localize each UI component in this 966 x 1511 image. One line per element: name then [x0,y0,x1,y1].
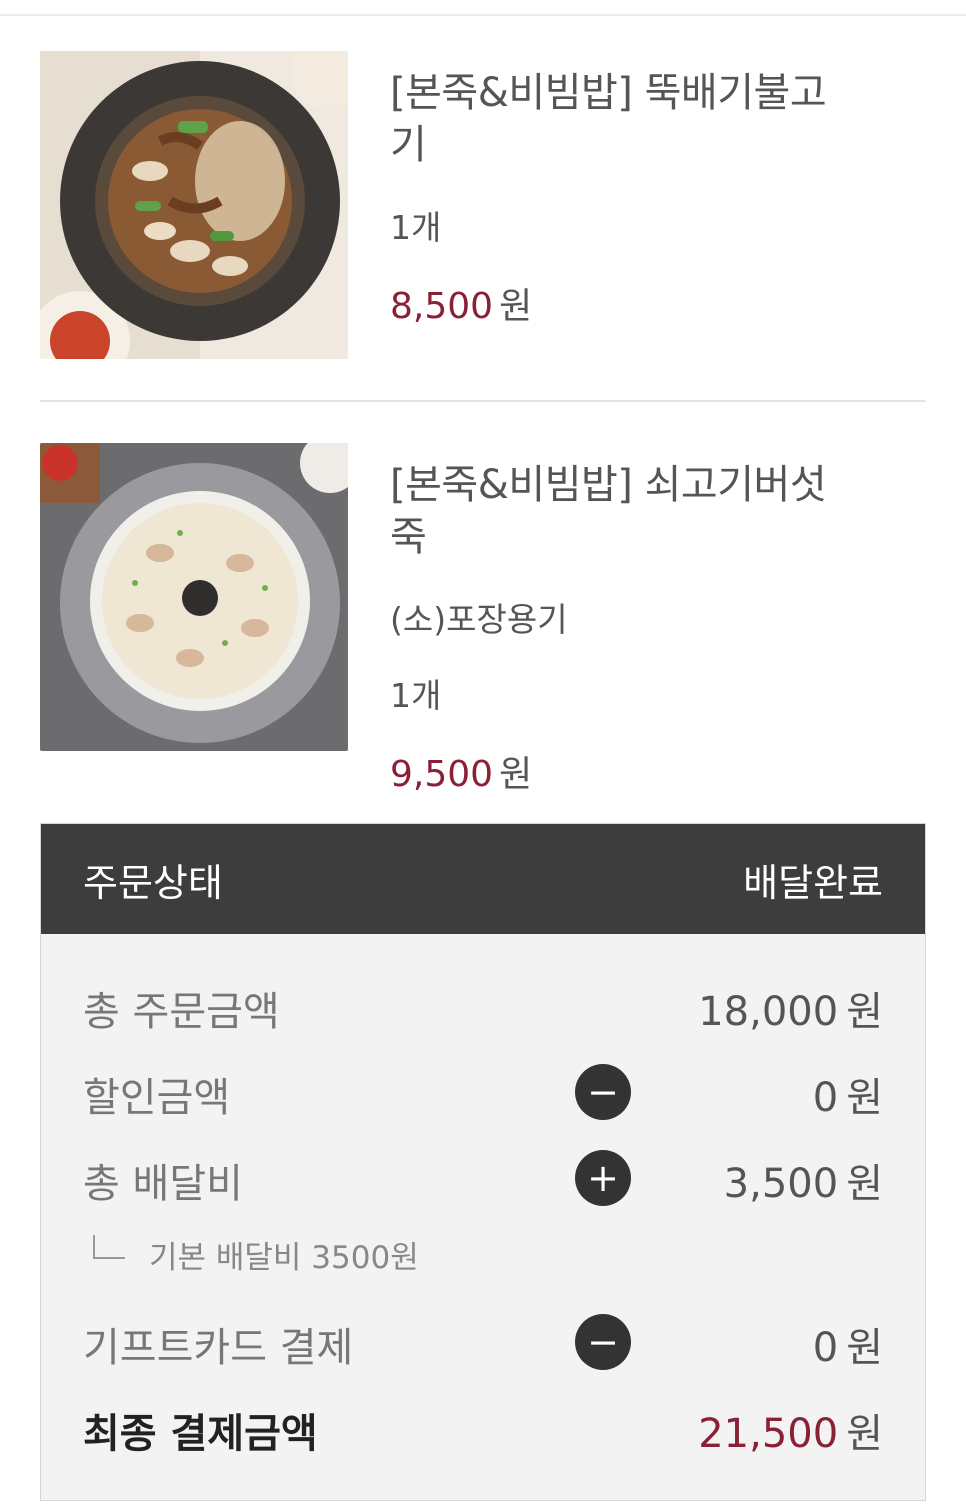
delivery-fee-row: 총 배달비 3,500 원 [83,1151,883,1209]
plus-circle-icon: + [575,1150,631,1206]
item-price: 9,500 원 [390,754,533,795]
item-thumbnail-mushroom-porridge[interactable] [40,443,348,751]
item-info: [본죽&비빔밥] 쇠고기버섯 죽 (소)포장용기 1개 9,500 원 [390,459,900,797]
total-order-label: 총 주문금액 [83,989,280,1035]
order-summary: 주문상태 배달완료 총 주문금액 18,000 원 할인금액 0원 − 총 배달비… [40,823,926,1501]
item-info: [본죽&비빔밥] 뚝배기불고 기 1개 8,500 원 [390,67,900,329]
giftcard-value: 0원 [812,1325,883,1371]
order-status-value: 배달완료 [743,860,883,905]
delivery-fee-detail: 기본 배달비 3500원 [93,1232,419,1277]
item-divider [40,400,926,402]
total-order-value: 18,000 원 [698,989,883,1035]
total-order-row: 총 주문금액 18,000 원 [83,979,883,1037]
final-payment-label: 최종 결제금액 [83,1411,318,1457]
minus-circle-icon: − [575,1314,631,1370]
delivery-fee-detail-text: 기본 배달비 3500원 [149,1240,419,1276]
item-quantity: 1개 [390,208,442,247]
order-item[interactable]: [본죽&비빔밥] 뚝배기불고 기 1개 8,500 원 [40,51,926,361]
minus-circle-icon: − [575,1064,631,1120]
discount-value: 0원 [812,1075,883,1121]
discount-row: 할인금액 0원 [83,1065,883,1123]
order-item[interactable]: [본죽&비빔밥] 쇠고기버섯 죽 (소)포장용기 1개 9,500 원 [40,443,926,795]
top-divider [0,14,966,16]
final-payment-row: 최종 결제금액 21,500 원 [83,1401,883,1459]
item-thumbnail-bulgogi[interactable] [40,51,348,359]
discount-label: 할인금액 [83,1075,231,1121]
order-status-bar: 주문상태 배달완료 [41,824,925,934]
final-payment-value: 21,500 원 [698,1411,883,1457]
item-name: [본죽&비빔밥] 쇠고기버섯 죽 [390,462,827,560]
giftcard-label: 기프트카드 결제 [83,1325,354,1371]
item-name: [본죽&비빔밥] 뚝배기불고 기 [390,70,827,168]
item-quantity: 1개 [390,676,442,715]
delivery-fee-value: 3,500 원 [723,1161,883,1207]
sub-item-corner-icon [93,1234,125,1259]
item-option: (소)포장용기 [390,600,568,639]
giftcard-row: 기프트카드 결제 0원 [83,1315,883,1373]
order-status-label: 주문상태 [83,860,223,905]
item-price: 8,500 원 [390,286,533,327]
delivery-fee-label: 총 배달비 [83,1161,243,1207]
